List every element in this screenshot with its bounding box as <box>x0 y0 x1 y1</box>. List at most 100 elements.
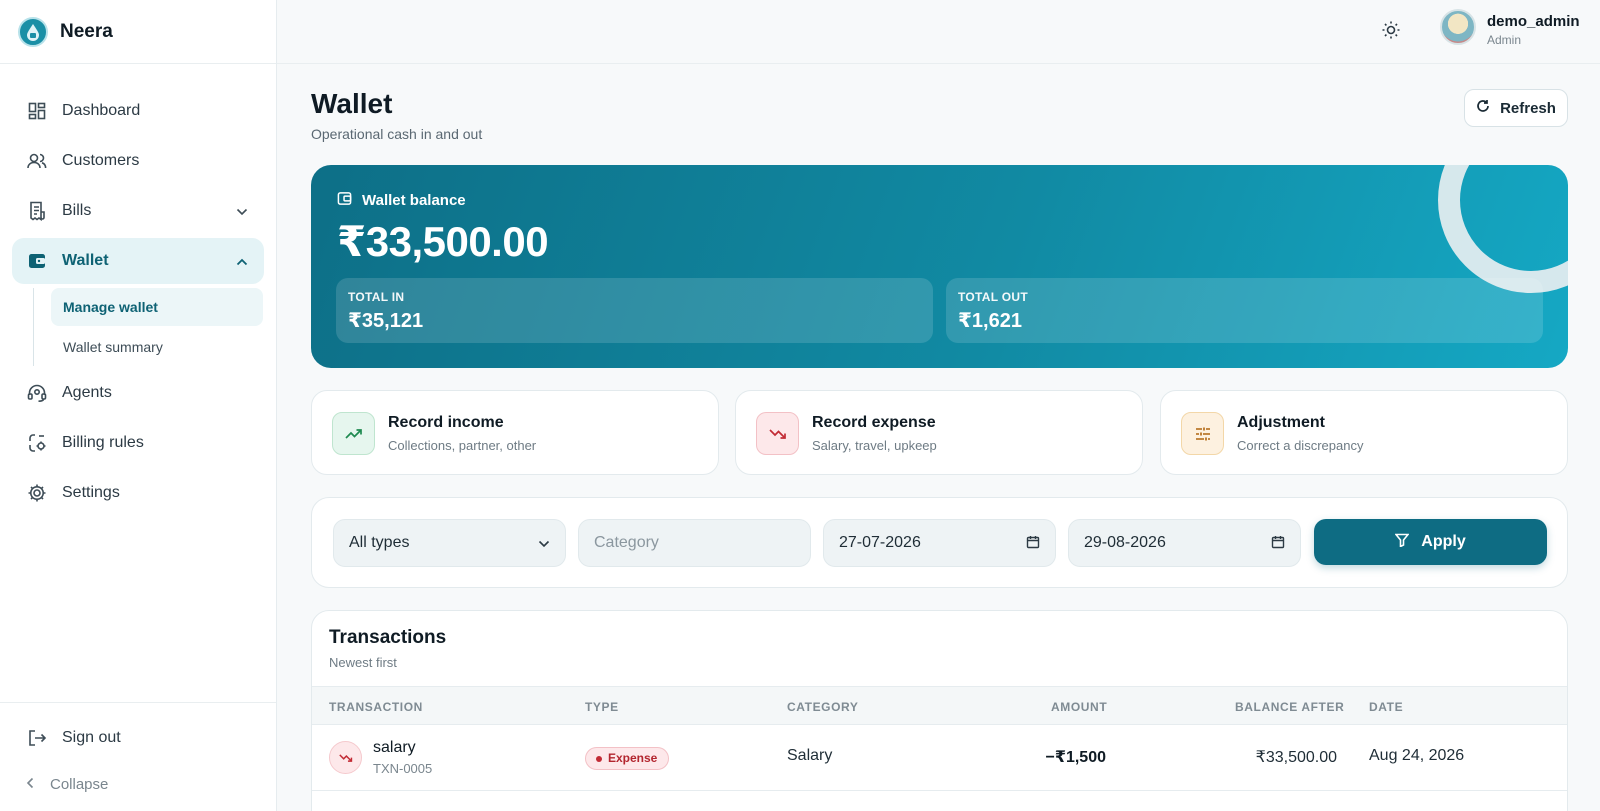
sidebar-nav: Dashboard Customers Bills Wallet Manage … <box>0 64 276 516</box>
from-date-input[interactable]: 27-07-2026 <box>823 519 1056 567</box>
page-subtitle: Operational cash in and out <box>311 126 483 142</box>
type-select-value: All types <box>349 534 410 551</box>
brand: Neera <box>0 0 276 64</box>
apply-button[interactable]: Apply <box>1314 519 1547 565</box>
record-income-card[interactable]: Record income Collections, partner, othe… <box>311 390 719 475</box>
transaction-category: Salary <box>787 747 833 764</box>
sidebar-item-billing-rules[interactable]: Billing rules <box>12 420 264 466</box>
to-date-value: 29-08-2026 <box>1084 534 1166 551</box>
chevron-down-icon <box>538 535 550 553</box>
to-date-input[interactable]: 29-08-2026 <box>1068 519 1301 567</box>
sidebar-item-label: Customers <box>62 152 140 169</box>
trending-up-icon <box>332 412 375 455</box>
logo-icon <box>18 16 48 47</box>
column-header-amount[interactable]: AMOUNT <box>1051 700 1107 714</box>
wallet-balance-label-text: Wallet balance <box>362 192 466 209</box>
sidebar-item-wallet[interactable]: Wallet <box>12 238 264 284</box>
category-input[interactable]: Category <box>578 519 811 567</box>
calendar-icon[interactable] <box>1271 535 1285 554</box>
column-header-category[interactable]: CATEGORY <box>787 700 858 714</box>
transaction-name: salary <box>373 739 416 756</box>
record-income-title: Record income <box>388 414 504 431</box>
type-select[interactable]: All types <box>333 519 566 567</box>
column-header-type[interactable]: TYPE <box>585 700 619 714</box>
column-header-date[interactable]: DATE <box>1369 700 1403 714</box>
sidebar-item-wallet-summary[interactable]: Wallet summary <box>51 328 263 366</box>
trending-down-icon <box>756 412 799 455</box>
transaction-amount: −₹1,500 <box>1045 749 1106 766</box>
rules-icon <box>26 432 48 454</box>
transactions-title: Transactions <box>329 627 447 648</box>
decorative-ring <box>1438 165 1568 293</box>
sidebar-item-manage-wallet[interactable]: Manage wallet <box>51 288 263 326</box>
headset-icon <box>26 382 48 404</box>
chevron-left-icon <box>26 777 34 792</box>
total-out-value: ₹1,621 <box>958 310 1022 332</box>
sidebar-item-agents[interactable]: Agents <box>12 370 264 416</box>
table-row[interactable]: salary TXN-0005 Expense Salary −₹1,500 ₹… <box>312 725 1567 791</box>
total-in-tile: TOTAL IN ₹35,121 <box>336 278 933 343</box>
receipt-icon <box>26 200 48 222</box>
sign-out-button[interactable]: Sign out <box>12 715 264 761</box>
gear-icon <box>26 482 48 504</box>
apply-label: Apply <box>1421 533 1466 550</box>
type-badge: Expense <box>585 747 670 770</box>
theme-toggle-button[interactable] <box>1377 18 1405 46</box>
adjustment-card[interactable]: Adjustment Correct a discrepancy <box>1160 390 1568 475</box>
wallet-balance-label: Wallet balance <box>337 191 466 210</box>
users-icon <box>26 150 48 172</box>
table-header: TRANSACTION TYPE CATEGORY AMOUNT BALANCE… <box>312 686 1567 725</box>
sidebar-item-label: Bills <box>62 202 92 219</box>
sidebar: Neera Dashboard Customers Bills Wallet M… <box>0 0 277 811</box>
transaction-date: Aug 24, 2026 <box>1369 747 1465 764</box>
transactions-card: Transactions Newest first TRANSACTION TY… <box>311 610 1568 811</box>
sidebar-item-label: Dashboard <box>62 102 141 119</box>
total-out-tile: TOTAL OUT ₹1,621 <box>946 278 1543 343</box>
refresh-button[interactable]: Refresh <box>1464 89 1568 127</box>
transactions-subtitle: Newest first <box>329 655 397 670</box>
record-expense-card[interactable]: Record expense Salary, travel, upkeep <box>735 390 1143 475</box>
avatar[interactable] <box>1440 9 1476 45</box>
page-title: Wallet <box>311 88 393 119</box>
refresh-icon <box>1476 99 1490 117</box>
calendar-icon[interactable] <box>1026 535 1040 554</box>
record-expense-title: Record expense <box>812 414 936 431</box>
category-placeholder: Category <box>594 534 659 551</box>
sliders-icon <box>1181 412 1224 455</box>
dashboard-icon <box>26 100 48 122</box>
chevron-up-icon <box>236 253 248 271</box>
brand-name: Neera <box>60 20 113 42</box>
total-in-label: TOTAL IN <box>348 290 405 304</box>
adjustment-title: Adjustment <box>1237 414 1325 431</box>
column-header-transaction[interactable]: TRANSACTION <box>329 700 423 714</box>
collapse-button[interactable]: Collapse <box>12 765 264 803</box>
from-date-value: 27-07-2026 <box>839 534 921 551</box>
user-role: Admin <box>1487 33 1522 47</box>
column-header-balance-after[interactable]: BALANCE AFTER <box>1235 700 1344 714</box>
sidebar-item-customers[interactable]: Customers <box>12 138 264 184</box>
trending-down-icon <box>329 741 362 774</box>
total-out-label: TOTAL OUT <box>958 290 1029 304</box>
sidebar-item-settings[interactable]: Settings <box>12 470 264 516</box>
sidebar-item-label: Billing rules <box>62 434 144 451</box>
wallet-subnav: Manage wallet Wallet summary <box>33 288 264 366</box>
record-expense-subtitle: Salary, travel, upkeep <box>812 438 937 453</box>
topbar: demo_admin Admin <box>277 0 1600 64</box>
sidebar-item-label: Settings <box>62 484 120 501</box>
sidebar-item-bills[interactable]: Bills <box>12 188 264 234</box>
adjustment-subtitle: Correct a discrepancy <box>1237 438 1364 453</box>
refresh-label: Refresh <box>1500 99 1556 117</box>
total-in-value: ₹35,121 <box>348 310 424 332</box>
sidebar-item-label: Wallet <box>62 252 109 269</box>
sun-icon <box>1381 20 1401 45</box>
sidebar-item-dashboard[interactable]: Dashboard <box>12 88 264 134</box>
sidebar-item-label: Agents <box>62 384 112 401</box>
sign-out-label: Sign out <box>62 729 121 746</box>
wallet-icon <box>26 250 48 272</box>
filters-bar: All types Category 27-07-2026 29-08-2026… <box>311 497 1568 588</box>
wallet-icon <box>337 191 352 210</box>
wallet-balance-card: Wallet balance ₹33,500.00 TOTAL IN ₹35,1… <box>311 165 1568 368</box>
collapse-label: Collapse <box>50 775 109 793</box>
sign-out-icon <box>26 727 48 749</box>
wallet-balance-value: ₹33,500.00 <box>337 218 549 265</box>
